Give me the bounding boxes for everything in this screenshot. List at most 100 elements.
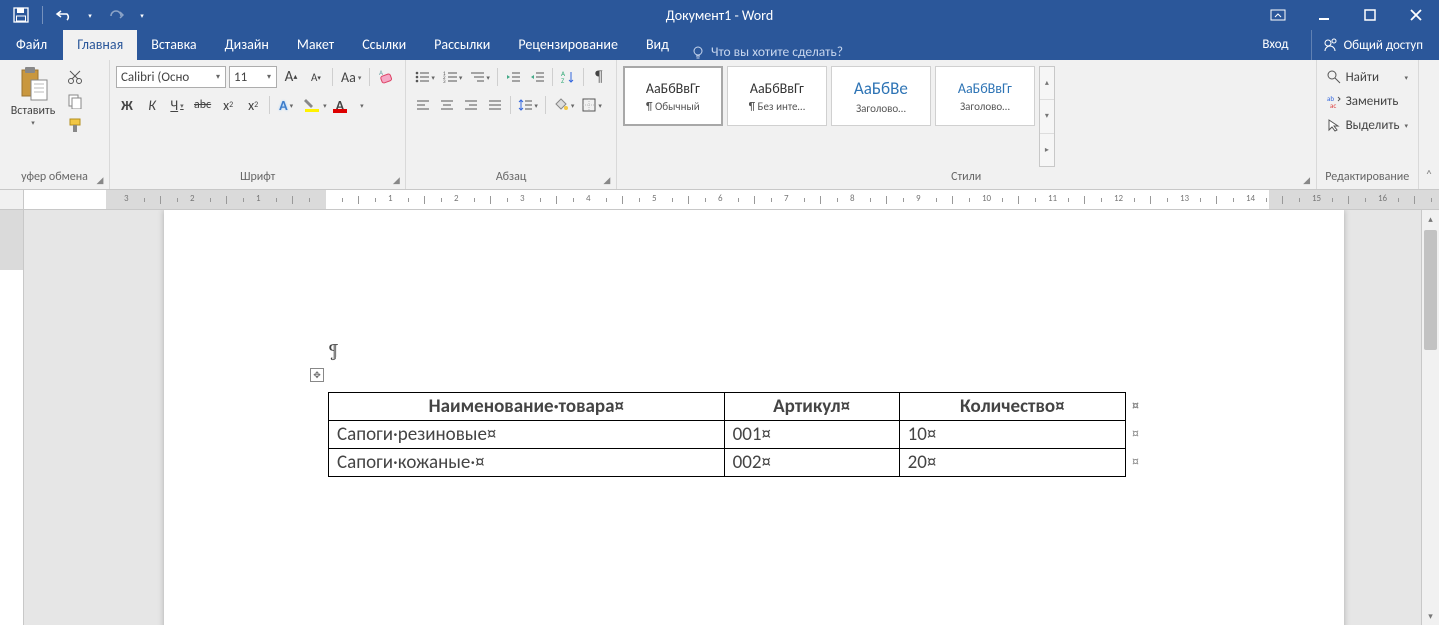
share-label: Общий доступ xyxy=(1344,38,1423,53)
shrink-font-button[interactable]: A▾ xyxy=(305,66,327,88)
table-cell[interactable]: Сапоги·резиновые¤ xyxy=(329,421,725,449)
align-center-button[interactable] xyxy=(436,94,458,116)
horizontal-ruler[interactable]: 3211234567891011121314151617 xyxy=(0,190,1439,210)
borders-button[interactable] xyxy=(579,94,605,116)
select-button[interactable]: Выделить xyxy=(1323,114,1412,136)
styles-scroll[interactable]: ▴▾▸ xyxy=(1039,66,1055,167)
tab-review[interactable]: Рецензирование xyxy=(504,30,632,60)
tab-design[interactable]: Дизайн xyxy=(211,30,283,60)
collapse-ribbon-icon[interactable]: ˄ xyxy=(1419,60,1439,189)
document-table[interactable]: Наименование·товара¤ Артикул¤ Количество… xyxy=(328,392,1126,477)
decrease-indent-button[interactable] xyxy=(502,66,524,88)
table-cell[interactable]: 002¤ xyxy=(724,449,899,477)
font-size-combo[interactable]: 11▾ xyxy=(229,66,277,88)
svg-text:ac: ac xyxy=(1330,101,1336,108)
sort-button[interactable]: AZ xyxy=(557,66,579,88)
paste-button[interactable]: Вставить ▾ xyxy=(6,62,60,167)
ribbon-tabs: Файл Главная Вставка Дизайн Макет Ссылки… xyxy=(0,30,1439,60)
bullets-button[interactable] xyxy=(412,66,438,88)
subscript-button[interactable]: x2 xyxy=(217,94,239,116)
tab-home[interactable]: Главная xyxy=(63,30,137,60)
tab-view[interactable]: Вид xyxy=(632,30,683,60)
align-right-button[interactable] xyxy=(460,94,482,116)
qat-customize-icon[interactable]: ▾ xyxy=(135,1,149,29)
document-canvas[interactable]: ¶ ✥ Наименование·товара¤ Артикул¤ Количе… xyxy=(24,210,1421,625)
table-header-cell[interactable]: Количество¤¤ xyxy=(899,393,1125,421)
document-area: ¶ ✥ Наименование·товара¤ Артикул¤ Количе… xyxy=(0,210,1439,625)
table-cell[interactable]: Сапоги·кожаные·¤ xyxy=(329,449,725,477)
copy-button[interactable] xyxy=(64,90,86,112)
tab-layout[interactable]: Макет xyxy=(283,30,348,60)
italic-button[interactable]: К xyxy=(141,94,163,116)
cut-button[interactable] xyxy=(64,66,86,88)
find-button[interactable]: Найти xyxy=(1323,66,1412,88)
strike-button[interactable]: abc xyxy=(191,94,214,116)
vertical-scrollbar[interactable]: ▴ ▾ xyxy=(1421,210,1439,625)
superscript-button[interactable]: x2 xyxy=(242,94,264,116)
tab-file[interactable]: Файл xyxy=(0,30,63,60)
line-spacing-button[interactable] xyxy=(515,94,541,116)
paste-label: Вставить xyxy=(11,104,56,118)
increase-indent-button[interactable] xyxy=(526,66,548,88)
minimize-icon[interactable] xyxy=(1301,0,1347,30)
show-marks-button[interactable]: ¶ xyxy=(588,66,610,88)
change-case-button[interactable]: Aa xyxy=(338,66,364,88)
table-move-handle-icon[interactable]: ✥ xyxy=(310,368,324,382)
style-normal[interactable]: АаБбВвГг ¶ Обычный xyxy=(623,66,723,126)
login-link[interactable]: Вход xyxy=(1250,30,1300,60)
underline-button[interactable]: Ч xyxy=(166,94,188,116)
clear-formatting-button[interactable]: A xyxy=(375,66,399,88)
table-cell[interactable]: 10¤¤ xyxy=(899,421,1125,449)
format-painter-button[interactable] xyxy=(64,114,86,136)
dialog-launcher-icon[interactable]: ◢ xyxy=(1300,173,1314,187)
undo-icon[interactable] xyxy=(49,1,79,29)
replace-button[interactable]: abac Заменить xyxy=(1323,90,1412,112)
font-color-button[interactable]: A xyxy=(333,94,367,116)
tab-mailings[interactable]: Рассылки xyxy=(420,30,504,60)
redo-icon[interactable] xyxy=(101,1,131,29)
spacing-icon xyxy=(518,98,532,112)
shading-button[interactable] xyxy=(550,94,578,116)
style-no-spacing[interactable]: АаБбВвГг ¶ Без инте… xyxy=(727,66,827,126)
text-effects-button[interactable]: A xyxy=(275,94,297,116)
scroll-thumb[interactable] xyxy=(1424,230,1437,350)
maximize-icon[interactable] xyxy=(1347,0,1393,30)
highlight-button[interactable] xyxy=(300,94,330,116)
style-heading2[interactable]: АаБбВвГг Заголово… xyxy=(935,66,1035,126)
numbering-button[interactable]: 123 xyxy=(440,66,466,88)
tab-references[interactable]: Ссылки xyxy=(348,30,420,60)
vertical-ruler[interactable] xyxy=(0,210,24,625)
close-icon[interactable] xyxy=(1393,0,1439,30)
font-name-combo[interactable]: Calibri (Осно▾ xyxy=(116,66,226,88)
outdent-icon xyxy=(506,71,520,83)
tab-insert[interactable]: Вставка xyxy=(137,30,210,60)
table-row: Сапоги·резиновые¤ 001¤ 10¤¤ xyxy=(329,421,1126,449)
copy-icon xyxy=(67,93,83,109)
table-header-cell[interactable]: Наименование·товара¤ xyxy=(329,393,725,421)
multilevel-button[interactable] xyxy=(467,66,493,88)
justify-button[interactable] xyxy=(484,94,506,116)
dialog-launcher-icon[interactable]: ◢ xyxy=(389,173,403,187)
group-label-clipboard: уфер обмена xyxy=(6,167,103,189)
undo-dropdown-icon[interactable]: ▾ xyxy=(83,1,97,29)
search-icon xyxy=(1327,70,1341,84)
brush-icon xyxy=(67,117,83,133)
group-styles: АаБбВвГг ¶ Обычный АаБбВвГг ¶ Без инте… … xyxy=(617,60,1317,189)
table-header-cell[interactable]: Артикул¤ xyxy=(724,393,899,421)
scroll-up-icon[interactable]: ▴ xyxy=(1422,210,1439,228)
align-left-button[interactable] xyxy=(412,94,434,116)
tell-me-search[interactable]: Что вы хотите сделать? xyxy=(683,43,851,60)
grow-font-button[interactable]: A▴ xyxy=(280,66,302,88)
dialog-launcher-icon[interactable]: ◢ xyxy=(93,173,107,187)
cursor-icon xyxy=(1327,118,1341,132)
ribbon-display-icon[interactable] xyxy=(1255,0,1301,30)
bold-button[interactable]: Ж xyxy=(116,94,138,116)
replace-icon: abac xyxy=(1327,94,1341,108)
share-button[interactable]: Общий доступ xyxy=(1311,30,1433,60)
dialog-launcher-icon[interactable]: ◢ xyxy=(600,173,614,187)
scroll-down-icon[interactable]: ▾ xyxy=(1422,607,1439,625)
save-icon[interactable] xyxy=(6,1,36,29)
style-heading1[interactable]: АаБбВе Заголово… xyxy=(831,66,931,126)
table-cell[interactable]: 001¤ xyxy=(724,421,899,449)
table-cell[interactable]: 20¤¤ xyxy=(899,449,1125,477)
